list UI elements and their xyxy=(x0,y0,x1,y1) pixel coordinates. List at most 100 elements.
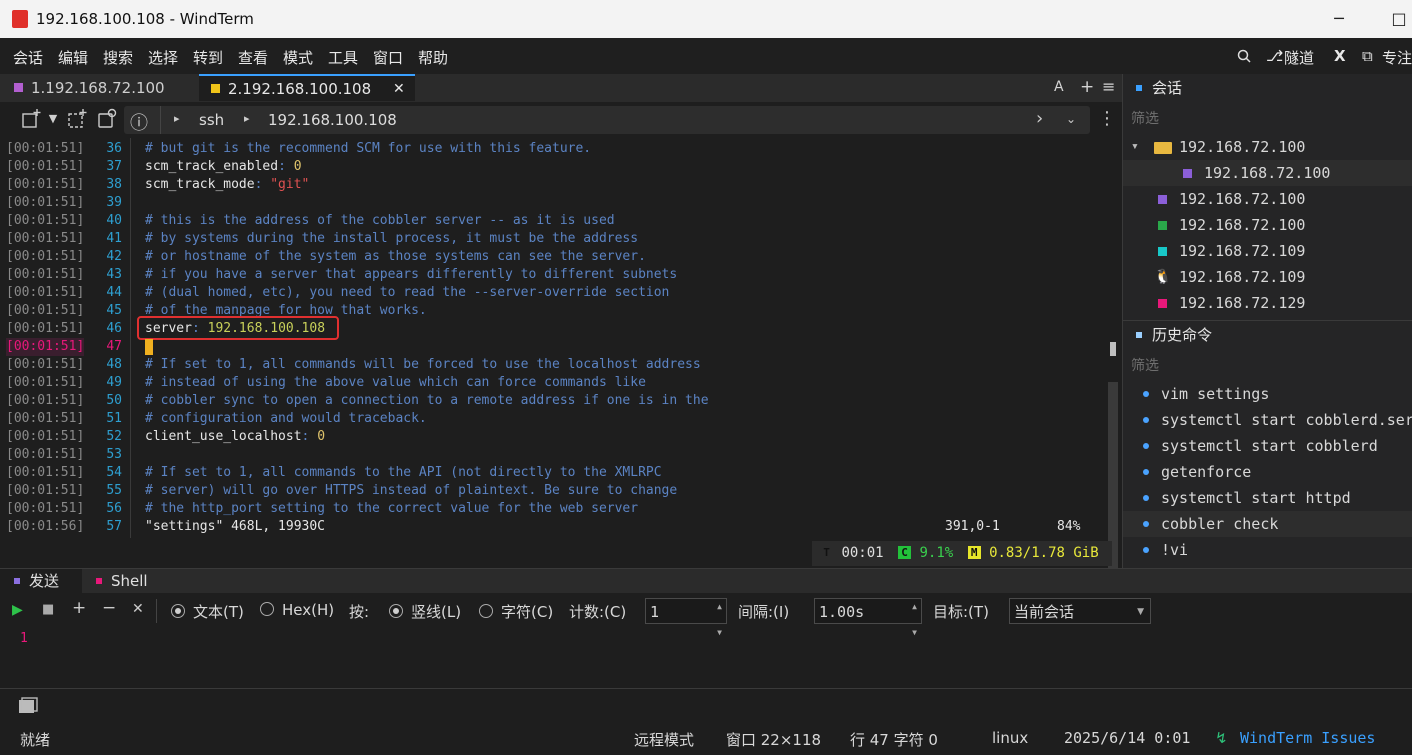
protocol-label[interactable]: ssh xyxy=(199,111,224,129)
chevron-down-icon[interactable]: ⌄ xyxy=(1066,112,1076,126)
new-session-icon[interactable] xyxy=(20,108,42,130)
line-timestamp: [00:01:51] xyxy=(6,483,85,498)
session-label: 192.168.72.100 xyxy=(1179,190,1306,208)
search-icon[interactable] xyxy=(1237,49,1251,63)
session-label: 192.168.72.100 xyxy=(1179,216,1306,234)
close-tab-icon[interactable]: ✕ xyxy=(393,76,405,102)
focus-button[interactable]: 专注 xyxy=(1382,47,1412,68)
session-item[interactable]: 192.168.72.100 xyxy=(1123,212,1412,238)
tunnel-button[interactable]: 隧道 xyxy=(1284,47,1314,68)
system-stats: T 00:01 C 9.1% M 0.83/1.78 GiB xyxy=(812,541,1112,566)
panel-toggle-icon[interactable] xyxy=(18,697,38,715)
chevron-down-icon[interactable]: ▼ xyxy=(42,108,64,130)
add-tab-icon[interactable]: + xyxy=(1080,77,1094,97)
menu-help[interactable]: 帮助 xyxy=(418,47,448,68)
line-number: 39 xyxy=(106,195,122,210)
history-item[interactable]: getenforce xyxy=(1123,459,1412,485)
line-content: # this is the address of the cobbler ser… xyxy=(145,212,615,230)
menu-select[interactable]: 选择 xyxy=(148,47,178,68)
count-stepper[interactable]: 1 ▲ ▼ xyxy=(645,598,727,637)
issues-icon[interactable]: ↯ xyxy=(1215,729,1228,747)
history-item[interactable]: cobbler check xyxy=(1123,511,1412,537)
tab-send[interactable]: 发送 xyxy=(0,569,82,593)
line-number: 44 xyxy=(106,285,122,300)
font-size-icon[interactable]: A xyxy=(1054,79,1064,95)
interval-stepper[interactable]: 1.00s ▲ ▼ xyxy=(814,598,922,637)
info-icon[interactable]: ⓘ xyxy=(130,109,148,135)
clear-icon[interactable]: ✕ xyxy=(132,601,144,617)
more-vertical-icon[interactable]: ⋮ xyxy=(1098,108,1116,129)
line-content: # (dual homed, etc), you need to read th… xyxy=(145,284,669,302)
history-item[interactable]: systemctl start cobblerd xyxy=(1123,433,1412,459)
radio-label: 文本(T) xyxy=(193,603,244,621)
chevron-right-icon[interactable]: › xyxy=(1036,108,1043,129)
stop-icon[interactable]: ■ xyxy=(42,602,54,617)
history-filter-input[interactable]: 筛选 xyxy=(1131,355,1159,375)
session-item[interactable]: 192.168.72.109 xyxy=(1123,238,1412,264)
menu-tools[interactable]: 工具 xyxy=(328,47,358,68)
duplicate-session-icon[interactable] xyxy=(66,108,88,130)
session-item[interactable]: 192.168.72.100 xyxy=(1123,186,1412,212)
menu-mode[interactable]: 模式 xyxy=(283,47,313,68)
vim-scroll-percent: 84% xyxy=(1057,519,1081,534)
history-item[interactable]: systemctl start httpd xyxy=(1123,485,1412,511)
maximize-button[interactable]: □ xyxy=(1376,6,1412,32)
remote-mode[interactable]: 远程模式 xyxy=(634,729,694,750)
address-field[interactable]: ⓘ ▸ ssh ▸ 192.168.100.108 › ⌄ xyxy=(124,106,1090,134)
session-item[interactable]: 192.168.72.100 xyxy=(1123,160,1412,186)
mode-hex-radio[interactable]: Hex(H) xyxy=(260,601,334,619)
panel-marker-icon xyxy=(1136,332,1142,338)
menu-session[interactable]: 会话 xyxy=(13,47,43,68)
tab-menu-icon[interactable]: ≡ xyxy=(1102,77,1115,96)
session-item[interactable]: 192.168.72.129 xyxy=(1123,290,1412,316)
send-editor[interactable] xyxy=(0,627,1412,689)
divider xyxy=(160,106,161,134)
target-select[interactable]: 当前会话 ▼ xyxy=(1009,598,1151,624)
history-header[interactable]: 历史命令 xyxy=(1123,322,1412,348)
by-char-radio[interactable]: 字符(C) xyxy=(479,601,553,622)
play-icon[interactable]: ▶ xyxy=(12,602,23,618)
tab-session-1[interactable]: 1.192.168.72.100 xyxy=(0,74,198,102)
focus-icon[interactable]: ⧉ xyxy=(1362,47,1373,65)
add-icon[interactable]: + xyxy=(72,598,86,618)
line-number: 55 xyxy=(106,483,122,498)
issues-link[interactable]: WindTerm Issues xyxy=(1240,729,1375,747)
minimize-button[interactable]: ─ xyxy=(1316,6,1362,32)
terminal-scrollbar[interactable] xyxy=(1106,138,1120,568)
line-number: 42 xyxy=(106,249,122,264)
x-icon[interactable]: X xyxy=(1334,47,1346,65)
remove-icon[interactable]: − xyxy=(102,598,116,618)
mode-text-radio[interactable]: 文本(T) xyxy=(171,601,244,622)
terminal-view[interactable]: [00:01:51] 36 # but git is the recommend S… xyxy=(0,138,1106,568)
interval-value: 1.00s xyxy=(819,603,865,621)
history-item[interactable]: vim settings xyxy=(1123,381,1412,407)
history-item[interactable]: systemctl start cobblerd.ser xyxy=(1123,407,1412,433)
line-content: scm_track_mode: "git" xyxy=(145,176,309,194)
tab-shell[interactable]: Shell xyxy=(86,569,182,593)
session-item[interactable]: 🐧 192.168.72.109 xyxy=(1123,264,1412,290)
expand-arrow-icon[interactable]: ▾ xyxy=(1131,134,1139,160)
reconnect-icon[interactable] xyxy=(96,108,118,130)
menu-window[interactable]: 窗口 xyxy=(373,47,403,68)
host-label[interactable]: 192.168.100.108 xyxy=(268,111,397,129)
line-number: 51 xyxy=(106,411,122,426)
sessions-title: 会话 xyxy=(1152,79,1183,97)
terminal-line: [00:01:51] 50 # cobbler sync to open a con… xyxy=(0,392,1100,410)
session-item[interactable]: ▾ 192.168.72.100 xyxy=(1123,134,1412,160)
tunnel-icon[interactable]: ⎇ xyxy=(1266,47,1283,65)
menu-edit[interactable]: 编辑 xyxy=(58,47,88,68)
code-token: # If set to 1, all commands will be forc… xyxy=(145,357,701,372)
tab-session-2[interactable]: 2.192.168.100.108 ✕ xyxy=(199,74,415,101)
by-line-radio[interactable]: 竖线(L) xyxy=(389,601,461,622)
divider xyxy=(156,599,157,623)
menu-view[interactable]: 查看 xyxy=(238,47,268,68)
sessions-header[interactable]: 会话 xyxy=(1123,75,1412,101)
code-token: # but git is the recommend SCM for use w… xyxy=(145,141,592,156)
history-item[interactable]: !vi xyxy=(1123,537,1412,563)
menu-search[interactable]: 搜索 xyxy=(103,47,133,68)
history-title: 历史命令 xyxy=(1152,326,1213,344)
line-number: 45 xyxy=(106,303,122,318)
menu-goto[interactable]: 转到 xyxy=(193,47,223,68)
sessions-filter-input[interactable]: 筛选 xyxy=(1131,108,1159,128)
session-label: 192.168.72.129 xyxy=(1179,294,1306,312)
